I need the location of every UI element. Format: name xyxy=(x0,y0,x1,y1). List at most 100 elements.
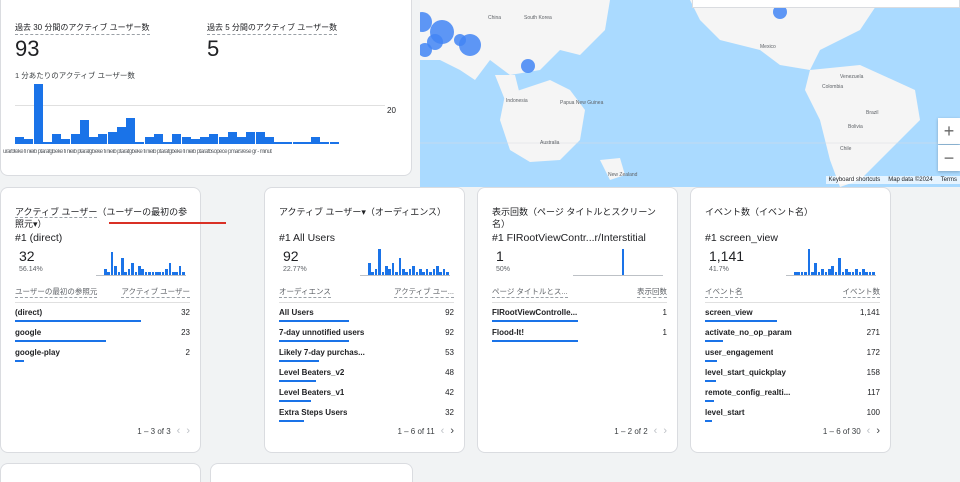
chart-bar[interactable] xyxy=(135,141,145,144)
sparkline-bar xyxy=(175,272,178,275)
table-row[interactable]: Likely 7-day purchas... 53 xyxy=(279,344,454,364)
chart-bar[interactable] xyxy=(181,136,191,144)
chart-bar[interactable] xyxy=(274,141,283,144)
chart-bar[interactable] xyxy=(89,136,98,144)
chart-bar[interactable] xyxy=(264,136,274,144)
chart-bar[interactable] xyxy=(283,141,293,144)
card-title[interactable]: イベント数（イベント名） xyxy=(705,206,880,218)
next-page-icon[interactable]: › xyxy=(876,425,880,437)
chart-bar[interactable] xyxy=(153,134,163,144)
row-label: google xyxy=(15,328,42,337)
sparkline-bar xyxy=(821,269,824,275)
table-row[interactable]: Extra Steps Users 32 xyxy=(279,404,454,424)
chart-bar[interactable] xyxy=(70,134,80,144)
next-page-icon[interactable]: › xyxy=(450,425,454,437)
sparkline-bar xyxy=(794,272,797,275)
chart-bar[interactable] xyxy=(98,134,108,144)
chart-bar[interactable] xyxy=(218,136,228,144)
sparkline xyxy=(573,248,663,276)
row-bar xyxy=(279,400,311,402)
chart-bar[interactable] xyxy=(246,132,256,144)
chart-bar[interactable] xyxy=(311,136,320,144)
card-title[interactable]: アクティブ ユーザー（ユーザーの最初の参照元▾） xyxy=(15,206,190,230)
chart-bar[interactable] xyxy=(172,134,182,144)
next-page-icon[interactable]: › xyxy=(663,425,667,437)
table-row[interactable]: level_start 100 xyxy=(705,404,880,424)
row-label: Likely 7-day purchas... xyxy=(279,348,365,357)
realtime-map[interactable]: China South Korea Indonesia Papua New Gu… xyxy=(420,0,960,187)
zoom-out-button[interactable]: − xyxy=(938,145,960,171)
sparkline-bar xyxy=(127,269,131,275)
chart-bar[interactable] xyxy=(190,139,200,144)
chart-bar[interactable] xyxy=(301,141,311,144)
sparkline-bar xyxy=(117,272,121,275)
table-row[interactable]: google-play 2 xyxy=(15,344,190,364)
chart-bar[interactable] xyxy=(144,136,154,144)
card-event-count-by-name: イベント数（イベント名） #1 screen_view 1,141 41.7% … xyxy=(690,187,891,453)
table-row[interactable]: user_engagement 172 xyxy=(705,344,880,364)
chart-bar[interactable] xyxy=(200,136,209,144)
row-value: 117 xyxy=(867,388,880,397)
sparkline-bar xyxy=(858,272,862,275)
prev-page-icon[interactable]: ‹ xyxy=(441,425,445,437)
sparkline-bar xyxy=(415,272,419,275)
chart-bar[interactable] xyxy=(227,132,237,144)
chart-bar[interactable] xyxy=(42,141,52,144)
chart-bar[interactable] xyxy=(79,120,89,144)
chart-bar[interactable] xyxy=(329,141,339,144)
sparkline-bar xyxy=(371,272,374,275)
card-title[interactable]: 表示回数（ページ タイトルとスクリーン名） xyxy=(492,206,667,230)
table-row[interactable]: Flood-It! 1 xyxy=(492,324,667,344)
table-header: オーディエンス アクティブ ユー... xyxy=(279,286,454,303)
next-page-icon[interactable]: › xyxy=(186,425,190,437)
chart-bar[interactable] xyxy=(15,136,24,144)
table-row[interactable]: (direct) 32 xyxy=(15,304,190,324)
prev-page-icon[interactable]: ‹ xyxy=(177,425,181,437)
chart-bar[interactable] xyxy=(107,132,117,144)
table-row[interactable]: FIRootViewControlle... 1 xyxy=(492,304,667,324)
chart-bar[interactable] xyxy=(116,127,126,144)
metric-label[interactable]: アクティブ ユーザー xyxy=(15,207,98,218)
row-bar xyxy=(492,320,578,322)
top-percent: 22.77% xyxy=(283,266,307,273)
keyboard-shortcuts-link[interactable]: Keyboard shortcuts xyxy=(829,177,881,183)
prev-page-icon[interactable]: ‹ xyxy=(867,425,871,437)
chart-bar[interactable] xyxy=(237,136,246,144)
chart-bar[interactable] xyxy=(52,134,61,144)
map-footer: Keyboard shortcuts Map data ©2024 Terms xyxy=(825,176,960,184)
table-row[interactable]: Level Beaters_v1 42 xyxy=(279,384,454,404)
chart-bar[interactable] xyxy=(24,139,34,144)
pagination: 1 – 6 of 11 ‹ › xyxy=(397,425,454,437)
chart-bar[interactable] xyxy=(163,141,172,144)
users-5min-label: 過去 5 分間のアクティブ ユーザー数 xyxy=(207,22,338,35)
sparkline-bar xyxy=(865,272,868,275)
table-row[interactable]: All Users 92 xyxy=(279,304,454,324)
card-title[interactable]: アクティブ ユーザー▾（オーディエンス） xyxy=(279,206,454,218)
sparkline xyxy=(360,248,450,276)
chart-bar[interactable] xyxy=(33,84,43,144)
chart-bar[interactable] xyxy=(209,134,219,144)
row-label: Level Beaters_v1 xyxy=(279,388,345,397)
row-bar xyxy=(705,380,716,382)
table-row[interactable]: 7-day unnotified users 92 xyxy=(279,324,454,344)
sparkline-bar xyxy=(838,257,841,275)
terms-link[interactable]: Terms xyxy=(941,177,957,183)
table-row[interactable]: remote_config_realti... 117 xyxy=(705,384,880,404)
sparkline-bar xyxy=(804,272,807,275)
per-minute-bar-chart xyxy=(15,84,385,144)
sparkline-bar xyxy=(138,266,141,275)
chart-bar[interactable] xyxy=(292,141,302,144)
sparkline-bar xyxy=(831,266,834,275)
table-row[interactable]: screen_view 1,141 xyxy=(705,304,880,324)
chart-bar[interactable] xyxy=(255,132,265,144)
chart-bar[interactable] xyxy=(61,139,71,144)
table-row[interactable]: activate_no_op_param 271 xyxy=(705,324,880,344)
table-row[interactable]: google 23 xyxy=(15,324,190,344)
table-row[interactable]: Level Beaters_v2 48 xyxy=(279,364,454,384)
chart-bar[interactable] xyxy=(126,117,135,144)
prev-page-icon[interactable]: ‹ xyxy=(654,425,658,437)
table-row[interactable]: level_start_quickplay 158 xyxy=(705,364,880,384)
page-range: 1 – 2 of 2 xyxy=(614,426,648,436)
zoom-in-button[interactable]: + xyxy=(938,118,960,144)
chart-bar[interactable] xyxy=(320,141,330,144)
